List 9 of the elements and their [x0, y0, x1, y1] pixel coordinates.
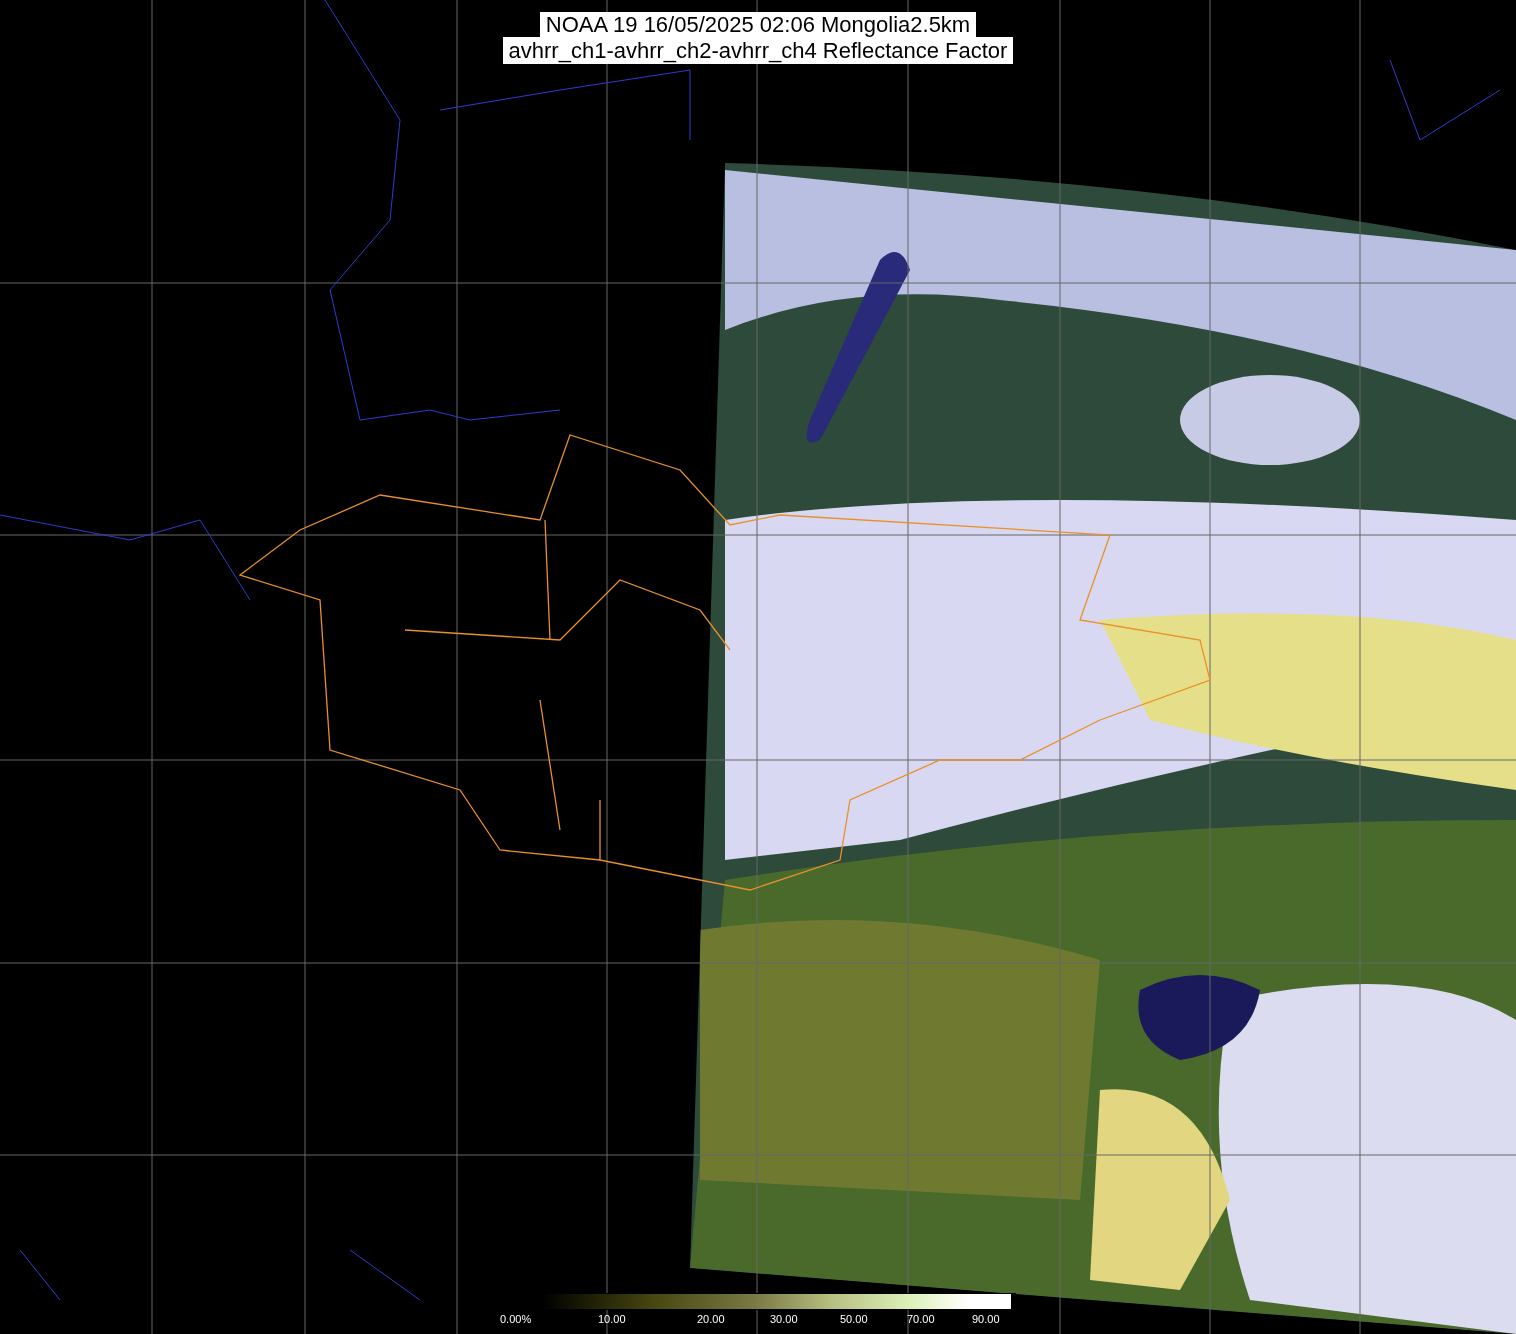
colorbar-label: 70.00	[907, 1312, 935, 1326]
map-title: avhrr_ch1-avhrr_ch2-avhrr_ch4 Reflectance Factor	[502, 37, 1014, 64]
colorbar-label: 90.00	[972, 1312, 1000, 1326]
colorbar-label: 50.00	[840, 1312, 868, 1326]
colorbar-label: 10.00	[598, 1312, 626, 1326]
colorbar-label: 30.00	[770, 1312, 798, 1326]
map-title: NOAA 19 16/05/2025 02:06 Mongolia2.5km	[539, 12, 977, 37]
colorbar-label: 0.00%	[500, 1312, 532, 1326]
colorbar-label: 20.00	[697, 1312, 725, 1326]
